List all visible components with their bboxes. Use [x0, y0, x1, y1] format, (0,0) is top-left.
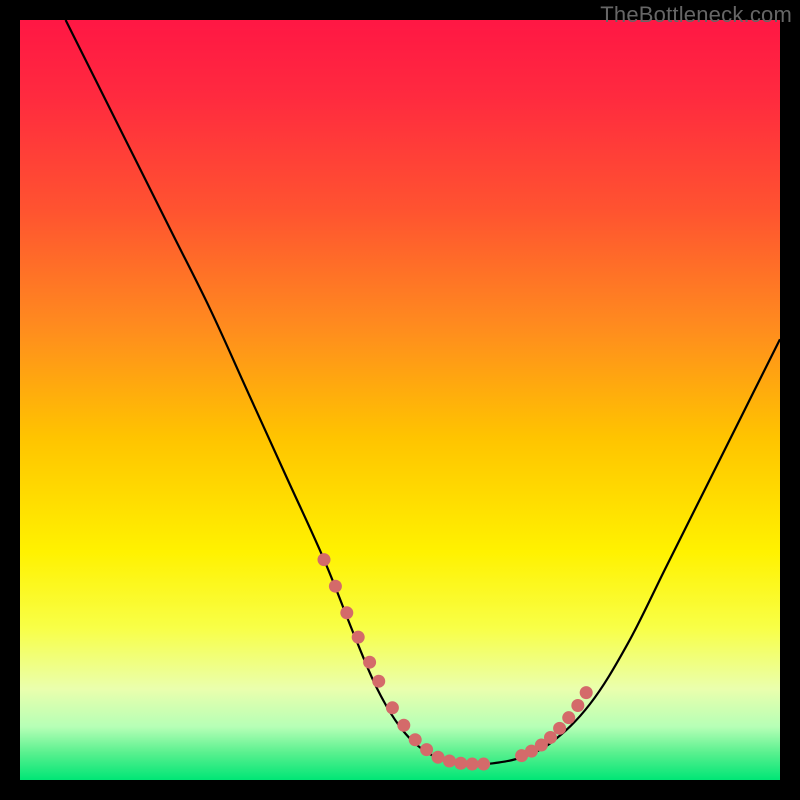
chart-svg [20, 20, 780, 780]
highlight-dot [409, 733, 422, 746]
highlight-dot [386, 701, 399, 714]
gradient-background [20, 20, 780, 780]
highlight-dot [340, 606, 353, 619]
highlight-dot [562, 711, 575, 724]
highlight-dot [329, 580, 342, 593]
highlight-dot [432, 751, 445, 764]
highlight-dot [318, 553, 331, 566]
highlight-dot [477, 758, 490, 771]
highlight-dot [571, 699, 584, 712]
highlight-dot [454, 757, 467, 770]
highlight-dot [372, 675, 385, 688]
chart-frame [20, 20, 780, 780]
highlight-dot [363, 656, 376, 669]
highlight-dot [466, 758, 479, 771]
highlight-dot [397, 719, 410, 732]
highlight-dot [443, 755, 456, 768]
highlight-dot [352, 631, 365, 644]
highlight-dot [580, 686, 593, 699]
watermark-text: TheBottleneck.com [600, 2, 792, 28]
highlight-dot [420, 743, 433, 756]
highlight-dot [553, 722, 566, 735]
